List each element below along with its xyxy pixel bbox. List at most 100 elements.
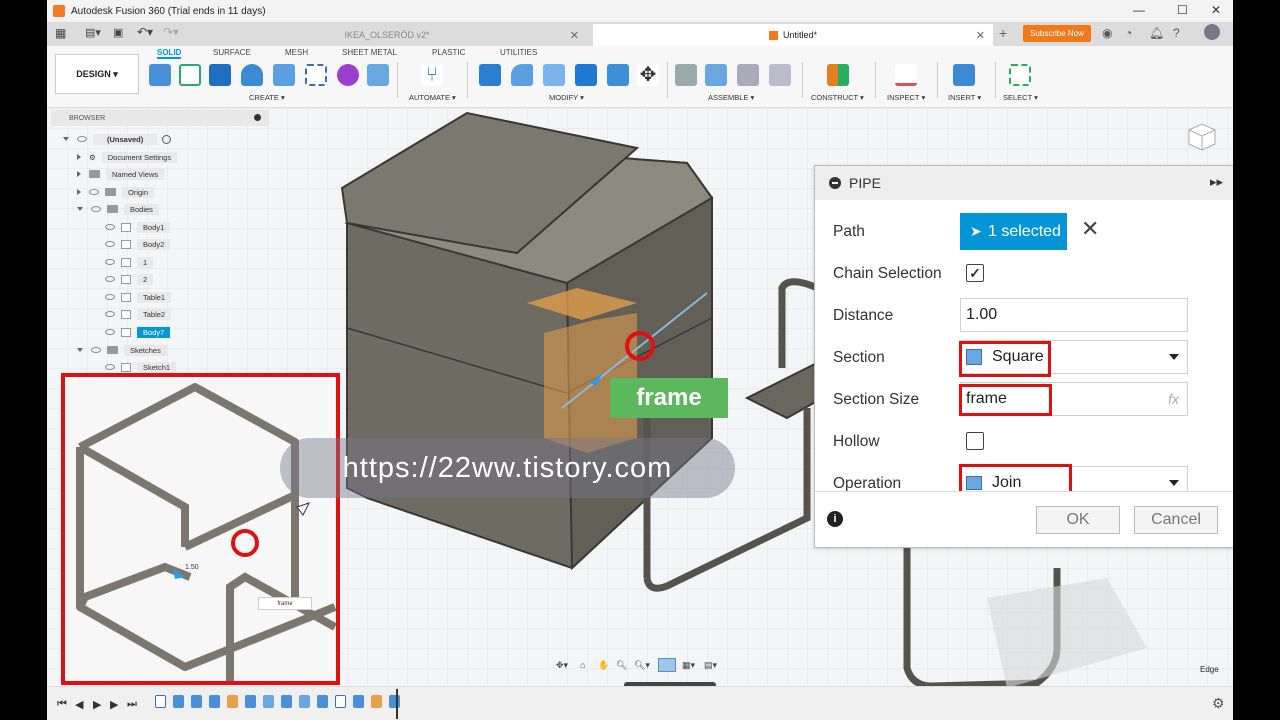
info-icon[interactable]: i xyxy=(827,511,843,527)
assemble-group-label[interactable]: ASSEMBLE ▾ xyxy=(708,93,754,102)
path-selection-button[interactable]: ➤ 1 selected xyxy=(960,213,1067,250)
browser-item-1[interactable]: 1 xyxy=(105,255,154,269)
canvas-viewport[interactable]: BROWSER (Unsaved) ⚙ Document Settings Nam… xyxy=(47,108,1233,720)
look-at-icon[interactable]: ⌂ xyxy=(580,660,585,670)
zoom-icon[interactable]: 🔍︎ xyxy=(616,660,627,671)
expand-dialog-icon[interactable]: ▸▸ xyxy=(1210,174,1223,190)
file-menu-icon[interactable]: ▤▾ xyxy=(85,26,101,39)
close-icon[interactable]: ✕ xyxy=(1211,3,1221,17)
visibility-icon[interactable] xyxy=(91,347,101,353)
help-icon[interactable]: ? xyxy=(1173,26,1180,40)
maximize-icon[interactable]: ☐ xyxy=(1177,3,1188,17)
grid-snaps-icon[interactable]: ▦▾ xyxy=(682,660,695,671)
extensions-icon[interactable]: ◉ xyxy=(1102,26,1112,40)
tab-ikea-olserod[interactable]: IKEA_OLSERÖD v2* ✕ xyxy=(187,24,587,46)
viewports-icon[interactable]: ▤▾ xyxy=(704,660,717,671)
create-sketch-icon[interactable] xyxy=(179,64,201,86)
tab-untitled[interactable]: Untitled* ✕ xyxy=(593,24,993,46)
visibility-icon[interactable] xyxy=(89,189,99,195)
chamfer-icon[interactable] xyxy=(543,64,565,86)
distance-input[interactable]: 1.00 xyxy=(960,298,1188,332)
tab-plastic[interactable]: PLASTIC xyxy=(432,48,465,57)
notifications-icon[interactable]: 🔔︎ xyxy=(1149,26,1164,40)
step-back-icon[interactable]: ◀ xyxy=(75,698,83,711)
fx-icon[interactable]: fx xyxy=(1168,391,1179,407)
create-group-label[interactable]: CREATE ▾ xyxy=(249,93,285,102)
insert-image-icon[interactable] xyxy=(953,64,975,86)
browser-pin-icon[interactable] xyxy=(254,114,261,121)
automate-icon[interactable]: ⑂ xyxy=(421,64,443,86)
as-built-joint-icon[interactable] xyxy=(737,64,759,86)
hole-icon[interactable] xyxy=(273,64,295,86)
subscribe-button[interactable]: Subscribe Now xyxy=(1023,25,1091,42)
timeline-feature-item[interactable] xyxy=(245,695,256,708)
revolve-icon[interactable] xyxy=(241,64,263,86)
browser-item-sketches[interactable]: Sketches xyxy=(77,343,167,357)
timeline-extrude-item[interactable] xyxy=(173,695,184,708)
expand-icon[interactable] xyxy=(77,154,81,160)
timeline-extrude-item[interactable] xyxy=(191,695,202,708)
collapse-icon[interactable] xyxy=(829,177,841,189)
browser-item-body1[interactable]: Body1 xyxy=(105,220,171,234)
browser-item-document-settings[interactable]: ⚙ Document Settings xyxy=(77,150,178,164)
timeline-feature-item[interactable] xyxy=(299,695,310,708)
box-icon[interactable] xyxy=(367,64,389,86)
shell-icon[interactable] xyxy=(575,64,597,86)
avatar[interactable] xyxy=(1204,24,1220,40)
browser-item-sketch1[interactable]: Sketch1 xyxy=(105,360,177,374)
visibility-icon[interactable] xyxy=(105,276,115,282)
hollow-checkbox[interactable] xyxy=(966,432,984,450)
timeline-plane-item[interactable] xyxy=(227,695,238,708)
workspace-switcher-button[interactable]: DESIGN ▾ xyxy=(55,54,139,94)
orbit-icon[interactable]: ✥▾ xyxy=(556,660,568,671)
extrude-icon[interactable] xyxy=(209,64,231,86)
new-tab-icon[interactable]: + xyxy=(999,25,1007,41)
tab-sheet-metal[interactable]: SHEET METAL xyxy=(342,48,397,57)
go-to-end-icon[interactable]: ⏭ xyxy=(127,698,137,711)
timeline-sketch-item[interactable] xyxy=(155,695,166,708)
ok-button[interactable]: OK xyxy=(1036,506,1120,534)
clear-selection-icon[interactable]: ✕ xyxy=(1081,216,1099,242)
close-tab-icon[interactable]: ✕ xyxy=(976,29,985,42)
visibility-icon[interactable] xyxy=(105,294,115,300)
select-group-label[interactable]: SELECT ▾ xyxy=(1003,93,1038,102)
timeline-settings-gear-icon[interactable]: ⚙ xyxy=(1212,695,1225,712)
inspect-group-label[interactable]: INSPECT ▾ xyxy=(887,93,925,102)
browser-item-named-views[interactable]: Named Views xyxy=(77,167,165,181)
press-pull-icon[interactable] xyxy=(479,64,501,86)
browser-item-body2[interactable]: Body2 xyxy=(105,237,171,251)
expand-icon[interactable] xyxy=(63,137,69,141)
close-tab-icon[interactable]: ✕ xyxy=(570,29,579,42)
pan-icon[interactable]: ✋ xyxy=(598,660,609,671)
joint-icon[interactable] xyxy=(675,64,697,86)
minimize-icon[interactable]: — xyxy=(1133,3,1145,17)
activate-radio-icon[interactable] xyxy=(162,134,172,144)
play-icon[interactable]: ▶ xyxy=(93,698,101,711)
step-forward-icon[interactable]: ▶ xyxy=(110,698,118,711)
chain-selection-checkbox[interactable]: ✓ xyxy=(966,264,984,282)
expand-icon[interactable] xyxy=(77,171,81,177)
timeline-feature-item[interactable] xyxy=(281,695,292,708)
combine-icon[interactable] xyxy=(607,64,629,86)
tab-utilities[interactable]: UTILITIES xyxy=(500,48,537,57)
visibility-icon[interactable] xyxy=(105,224,115,230)
browser-item-origin[interactable]: Origin xyxy=(77,185,155,199)
browser-item-2[interactable]: 2 xyxy=(105,272,154,286)
timeline-plane-item[interactable] xyxy=(371,695,382,708)
timeline-feature-item[interactable] xyxy=(389,695,400,708)
save-icon[interactable]: ▣ xyxy=(113,26,123,39)
app-grid-icon[interactable]: ▦ xyxy=(55,26,66,40)
tab-solid[interactable]: SOLID xyxy=(157,48,182,59)
go-to-start-icon[interactable]: ⏮ xyxy=(57,698,67,711)
tab-surface[interactable]: SURFACE xyxy=(213,48,251,57)
visibility-icon[interactable] xyxy=(105,311,115,317)
browser-item-body7[interactable]: Body7 xyxy=(105,325,171,339)
tab-mesh[interactable]: MESH xyxy=(285,48,308,57)
select-icon[interactable] xyxy=(1009,64,1031,86)
timeline-extrude-item[interactable] xyxy=(209,695,220,708)
zoom-window-icon[interactable]: 🔍︎▾ xyxy=(634,660,650,671)
visibility-icon[interactable] xyxy=(105,259,115,265)
new-component-icon[interactable] xyxy=(149,64,171,86)
visibility-icon[interactable] xyxy=(91,206,101,212)
timeline-feature-item[interactable] xyxy=(317,695,328,708)
